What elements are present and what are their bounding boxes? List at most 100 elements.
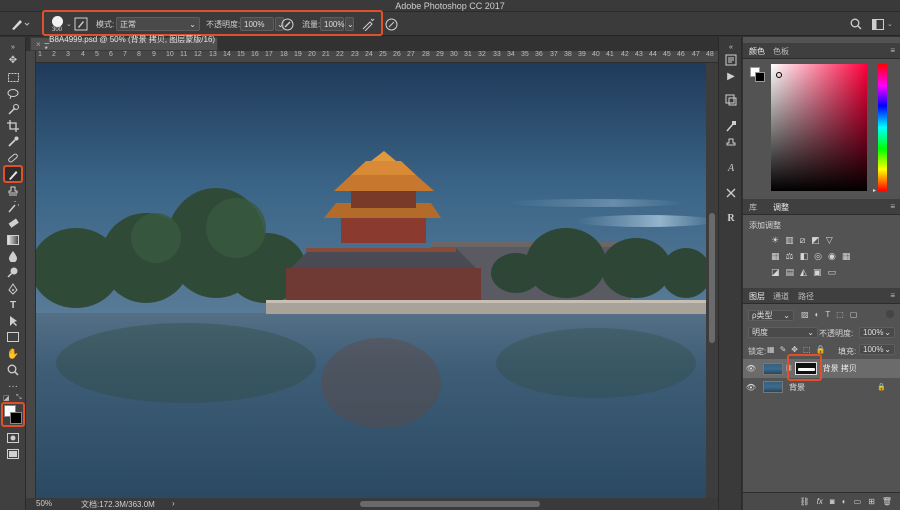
shape-filter-icon[interactable]: ⬚ [836,310,844,319]
swap-colors-icon[interactable]: ⤡ [16,394,22,402]
hue-slider[interactable] [878,64,887,191]
curves-icon[interactable]: ⧄ [800,235,806,246]
posterize-icon[interactable]: ▤ [786,267,795,278]
properties-panel-icon[interactable] [724,93,738,107]
vertical-scrollbar[interactable] [706,63,718,498]
panel-menu-icon[interactable]: ≡ [890,291,895,300]
more-tools-icon[interactable]: ··· [5,379,21,393]
quick-select-tool-icon[interactable] [5,102,21,116]
lock-all-icon[interactable]: 🔒 [816,345,826,354]
eraser-tool-icon[interactable] [5,216,21,230]
zoom-level[interactable]: 50% [36,499,52,508]
invert-icon[interactable]: ◪ [771,267,780,278]
scrollbar-thumb[interactable] [709,213,715,343]
path-selection-tool-icon[interactable] [5,314,21,328]
quick-mask-icon[interactable] [5,431,21,445]
blur-tool-icon[interactable] [5,249,21,263]
history-brush-tool-icon[interactable] [5,200,21,214]
tab-adjustments[interactable]: 调整 [773,202,789,213]
color-lookup-icon[interactable]: ▦ [842,251,851,262]
close-icon[interactable]: × [36,40,41,49]
threshold-icon[interactable]: ◭ [800,267,807,278]
selective-color-icon[interactable]: ▣ [813,267,822,278]
status-menu-arrow-icon[interactable]: › [172,499,175,508]
rectangle-tool-icon[interactable] [5,330,21,344]
type-filter-icon[interactable]: T [825,310,830,319]
visibility-eye-icon[interactable]: 👁 [743,364,759,373]
lock-image-icon[interactable]: ✎ [780,345,787,354]
clone-stamp-tool-icon[interactable] [5,184,21,198]
tab-channels[interactable]: 通道 [773,291,789,302]
zoom-tool-icon[interactable] [5,363,21,377]
tool-presets-icon[interactable] [724,186,738,200]
pressure-size-button[interactable] [385,16,398,32]
add-mask-icon[interactable]: ◙ [830,497,835,506]
tab-library[interactable]: 库 [749,202,757,213]
dodge-tool-icon[interactable] [5,265,21,279]
trash-icon[interactable]: 🗑 [882,497,892,506]
eyedropper-tool-icon[interactable] [5,135,21,149]
expand-panels-icon[interactable]: « [724,40,738,54]
visibility-eye-icon[interactable]: 👁 [743,383,759,392]
exposure-icon[interactable]: ◩ [811,235,820,246]
color-balance-icon[interactable]: ⚖ [786,251,794,262]
brush-tool-preset[interactable] [8,16,30,32]
screen-mode-icon[interactable] [5,447,21,461]
paragraph-styles-icon[interactable]: R [724,211,738,225]
lasso-tool-icon[interactable] [5,86,21,100]
color-picker-cursor[interactable] [776,72,782,78]
history-panel-icon[interactable] [724,53,738,67]
tab-layers[interactable]: 图层 [749,291,765,302]
new-layer-icon[interactable]: ⊞ [868,497,875,506]
horizontal-scrollbar[interactable] [240,500,710,508]
pixel-filter-icon[interactable]: ▨ [801,310,809,319]
photo-filter-icon[interactable]: ◎ [814,251,822,262]
image-canvas[interactable] [36,63,706,498]
blend-mode-select[interactable]: 明度 ⌄ [748,327,818,338]
brush-presets-icon[interactable] [724,119,738,133]
layer-opacity-input[interactable]: 100% ⌄ [859,327,895,338]
filter-toggle[interactable] [886,310,894,318]
default-colors-icon[interactable]: ◪ [3,394,10,402]
black-white-icon[interactable]: ◧ [800,251,809,262]
crop-tool-icon[interactable] [5,119,21,133]
smart-object-filter-icon[interactable]: ▢ [850,310,858,319]
color-panel-background[interactable] [755,72,765,82]
move-tool-icon[interactable]: ✥ [5,53,21,67]
color-picker-field[interactable] [771,64,867,191]
character-panel-icon[interactable]: A [724,161,738,175]
search-button[interactable] [850,16,862,32]
hand-tool-icon[interactable]: ✋ [5,347,21,361]
type-tool-icon[interactable]: T [5,298,21,312]
new-adjustment-icon[interactable]: ◐ [842,497,847,506]
brightness-contrast-icon[interactable]: ☀ [771,235,779,246]
document-tab[interactable]: × _B8A4999.psd @ 50% (背景 拷贝, 图层蒙版/16) * [30,35,218,54]
layer-style-icon[interactable]: fx [817,497,823,506]
scrollbar-thumb[interactable] [360,501,540,507]
chevron-down-icon[interactable]: ⌄ [887,16,893,32]
lock-artboard-icon[interactable]: ⬚ [803,345,811,354]
tab-swatches[interactable]: 色板 [773,46,789,57]
tab-color[interactable]: 颜色 [749,46,765,57]
channel-mixer-icon[interactable]: ◉ [828,251,836,262]
pen-tool-icon[interactable] [5,282,21,296]
workspace-button[interactable] [872,16,884,32]
tab-paths[interactable]: 路径 [798,291,814,302]
layer-filter-select[interactable]: ρ类型 ⌄ [748,310,794,321]
new-group-icon[interactable]: ▭ [854,497,862,506]
panel-menu-icon[interactable]: ≡ [890,46,895,55]
levels-icon[interactable]: ▥ [785,235,794,246]
collapse-icon[interactable]: » [5,40,21,54]
gradient-map-icon[interactable]: ▭ [827,267,836,278]
hue-saturation-icon[interactable]: ▦ [771,251,780,262]
marquee-tool-icon[interactable] [5,70,21,84]
healing-brush-tool-icon[interactable] [5,151,21,165]
layer-row-background[interactable]: 👁 背景 🔒 [743,378,900,396]
vibrance-icon[interactable]: ▽ [826,235,833,246]
lock-position-icon[interactable]: ✥ [791,345,798,354]
actions-panel-icon[interactable]: ▶ [724,69,738,83]
hue-slider-handle-icon[interactable]: ▸ [873,187,876,194]
panel-menu-icon[interactable]: ≡ [890,202,895,211]
layer-name[interactable]: 背景 [789,382,805,393]
link-layers-icon[interactable]: ⛓ [800,497,810,506]
